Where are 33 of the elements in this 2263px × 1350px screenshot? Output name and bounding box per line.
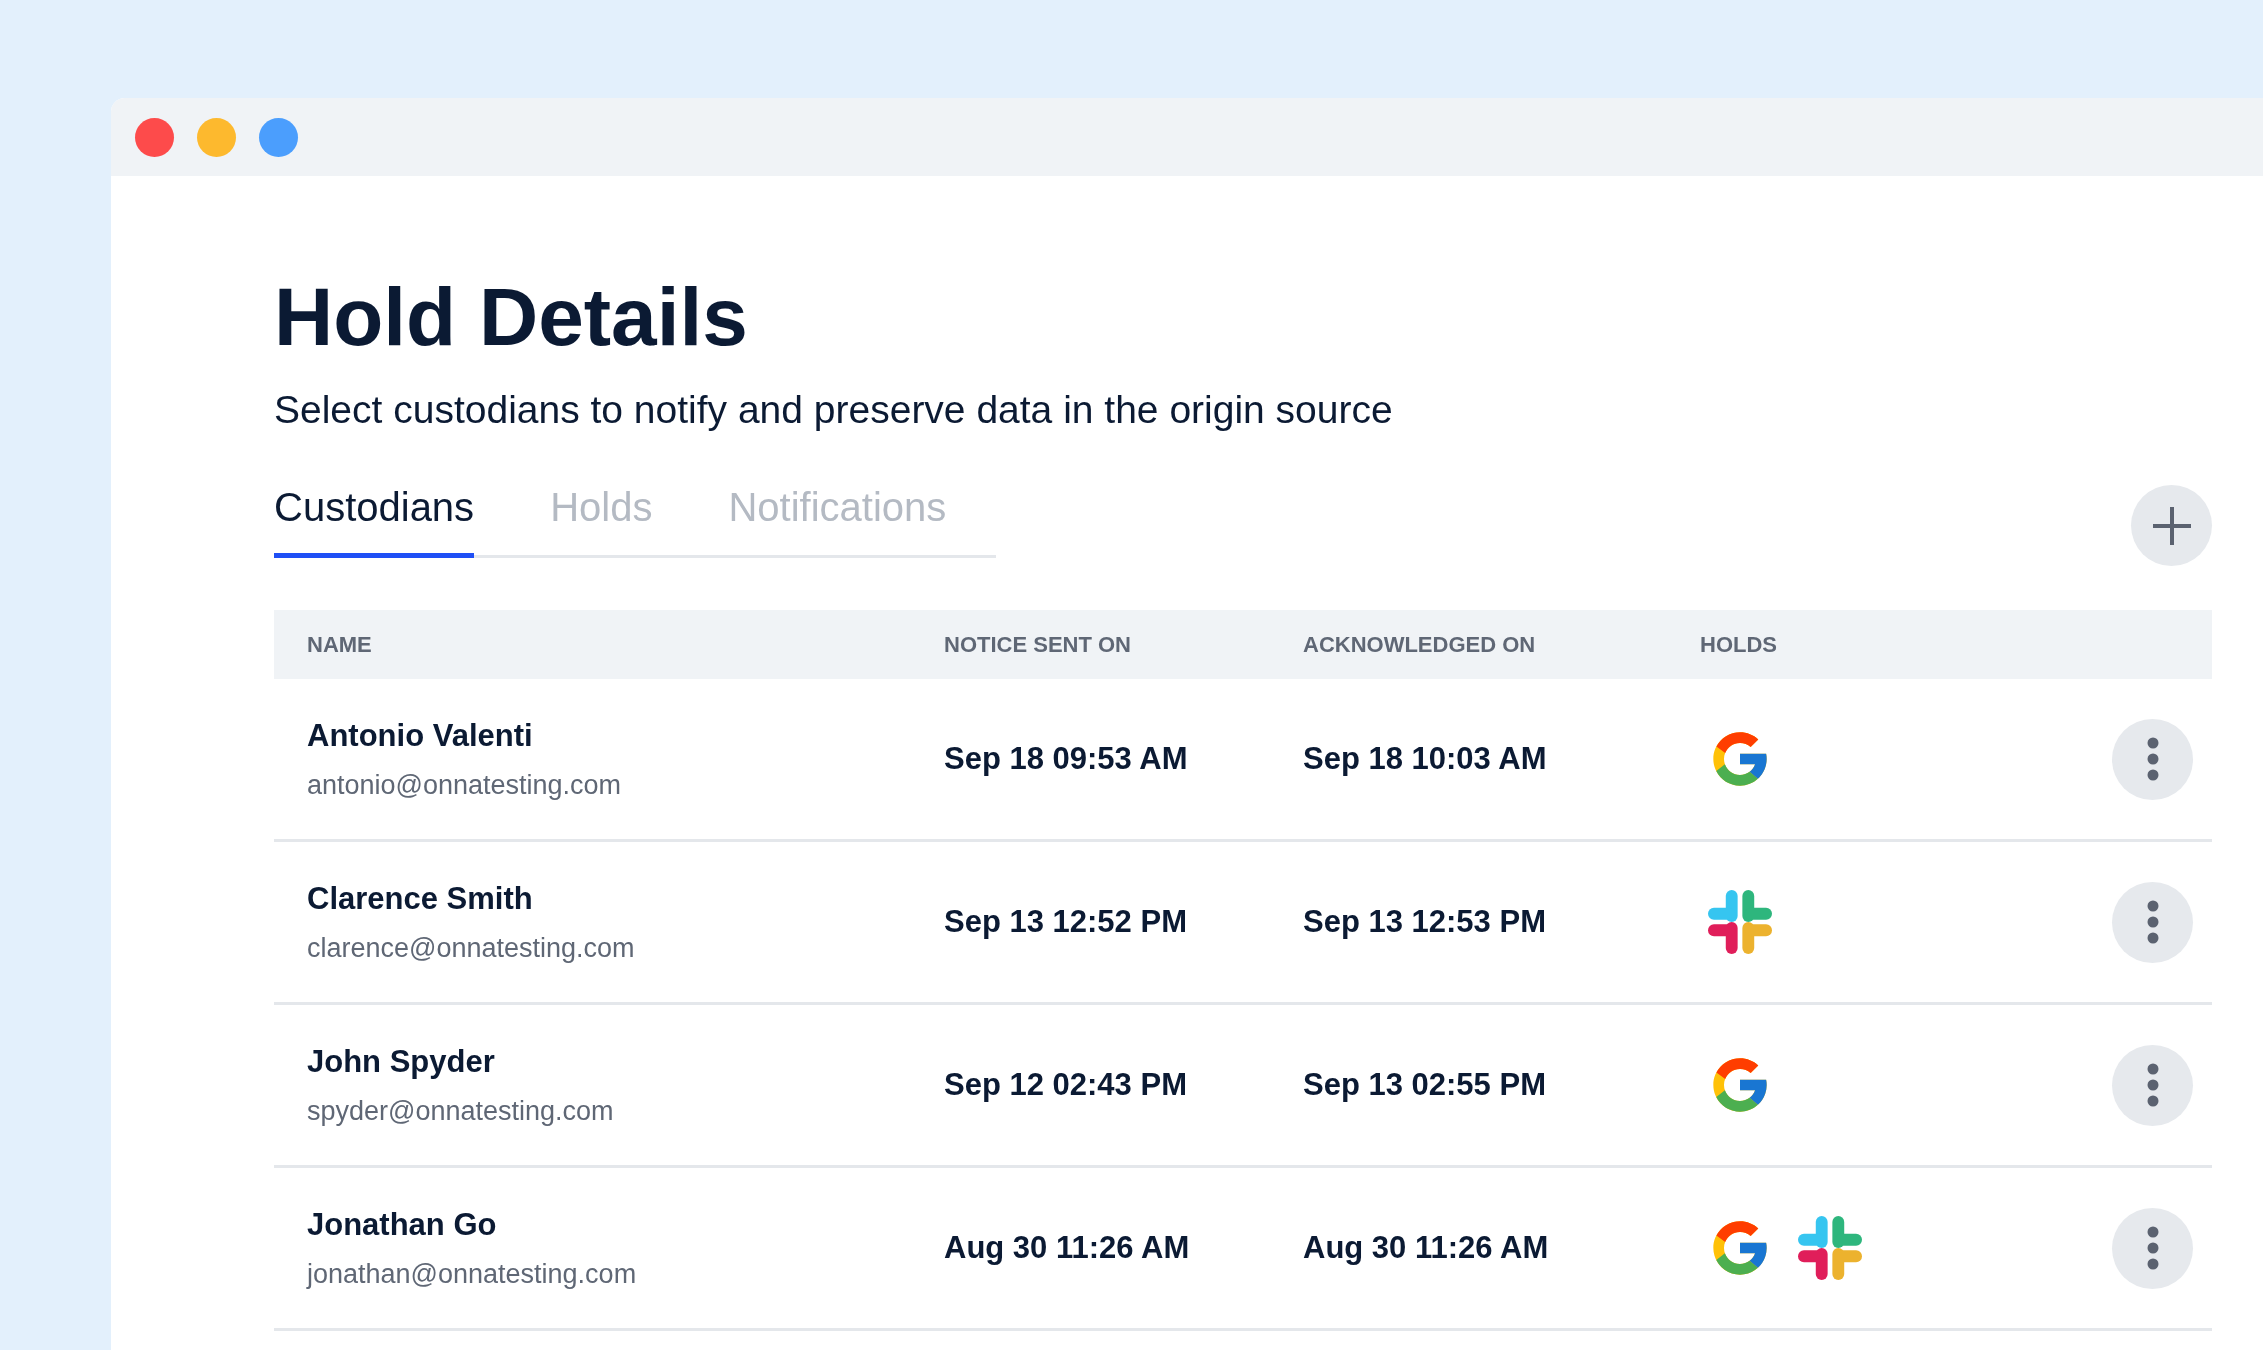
page-title: Hold Details <box>274 276 749 358</box>
vertical-dots-icon <box>2146 1226 2159 1270</box>
custodian-email: clarence@onnatesting.com <box>307 932 636 965</box>
table-cell-text: Sep 13 02:55 PM <box>1303 1065 1547 1104</box>
custodian-name: Antonio Valenti <box>307 716 534 755</box>
column-header: NOTICE SENT ON <box>944 631 1132 659</box>
table-cell-text: Aug 30 11:26 AM <box>944 1228 1191 1267</box>
column-header: HOLDS <box>1700 631 1778 659</box>
custodian-email: spyder@onnatesting.com <box>307 1095 615 1128</box>
table-cell-text: Sep 13 12:53 PM <box>1303 902 1547 941</box>
vertical-dots-icon <box>2146 737 2159 781</box>
table-cell-text: Sep 18 09:53 AM <box>944 739 1189 778</box>
vertical-dots-icon <box>2146 1063 2159 1107</box>
column-header: NAME <box>306 631 373 659</box>
tab[interactable]: Custodians <box>274 487 475 558</box>
custodian-name: Clarence Smith <box>307 879 534 918</box>
page-subtitle: Select custodians to notify and preserve data in the origin source <box>274 390 1394 429</box>
custodian-email: antonio@onnatesting.com <box>307 769 623 802</box>
table-cell-text: Sep 18 10:03 AM <box>1303 739 1548 778</box>
close-window-button[interactable] <box>135 117 174 157</box>
custodian-name: Jonathan Go <box>307 1205 498 1244</box>
tab[interactable]: Holds <box>550 487 653 558</box>
table-cell-text: Aug 30 11:26 AM <box>1303 1228 1550 1267</box>
hash-logo-icon <box>1798 1216 1862 1280</box>
tab[interactable]: Notifications <box>728 487 947 558</box>
column-header: ACKNOWLEDGED ON <box>1303 631 1537 659</box>
table-cell-text: Sep 13 12:52 PM <box>944 902 1188 941</box>
table-cell-text: Sep 12 02:43 PM <box>944 1065 1188 1104</box>
custodian-name: John Spyder <box>307 1042 496 1081</box>
plus-icon <box>2150 504 2193 547</box>
custodian-email: jonathan@onnatesting.com <box>307 1258 638 1291</box>
vertical-dots-icon <box>2146 900 2159 944</box>
hash-logo-icon <box>1708 890 1772 954</box>
